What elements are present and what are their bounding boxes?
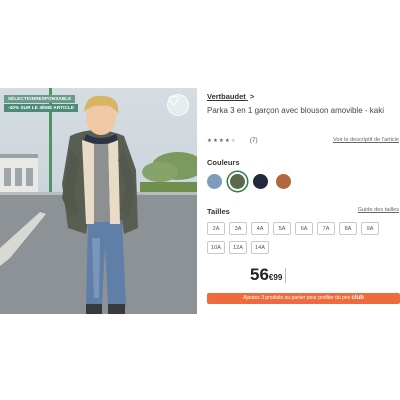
star-icon: ★ bbox=[212, 137, 218, 144]
size-option[interactable]: 14A bbox=[251, 241, 269, 254]
price: 56 €99 bbox=[250, 265, 287, 285]
club-offer-banner[interactable]: Ajoutez 3 produits au panier pour profit… bbox=[207, 293, 400, 304]
color-swatch-camel[interactable] bbox=[276, 174, 291, 189]
brand-name: Vertbaudet bbox=[207, 92, 246, 101]
colors-label: Couleurs bbox=[207, 158, 240, 167]
star-icon: ★ bbox=[224, 137, 230, 144]
favorite-button[interactable] bbox=[167, 94, 189, 116]
rating-stars: ★ ★ ★ ★ ★ bbox=[207, 138, 236, 144]
star-icon: ★ bbox=[207, 137, 212, 144]
price-main: 56 bbox=[250, 265, 269, 284]
size-option[interactable]: 10A bbox=[207, 241, 225, 254]
price-cents: €99 bbox=[268, 273, 283, 282]
size-option[interactable]: 8A bbox=[339, 222, 357, 235]
size-options-row-2: 10A 12A 14A bbox=[207, 241, 397, 254]
size-option[interactable]: 12A bbox=[229, 241, 247, 254]
eco-responsible-badge: SÉLECTIONRESPONSABLE bbox=[4, 95, 76, 103]
star-icon: ★ bbox=[218, 137, 224, 144]
sizes-label: Tailles bbox=[207, 207, 230, 216]
size-option[interactable]: 4A bbox=[251, 222, 269, 235]
size-option[interactable]: 2A bbox=[207, 222, 225, 235]
size-option[interactable]: 5A bbox=[273, 222, 291, 235]
color-swatch-khaki[interactable] bbox=[230, 174, 245, 189]
club-label: club bbox=[351, 295, 364, 301]
rating-count: (7) bbox=[249, 137, 258, 144]
price-divider bbox=[285, 267, 287, 283]
color-swatch-navy[interactable] bbox=[253, 174, 268, 189]
product-image[interactable]: SÉLECTIONRESPONSABLE -40% SUR LE 3ÈME AR… bbox=[0, 88, 197, 314]
color-swatch-blue[interactable] bbox=[207, 174, 222, 189]
product-photo-illustration bbox=[0, 88, 197, 314]
color-swatches bbox=[207, 174, 291, 189]
size-options-row-1: 2A 3A 4A 5A 6A 7A 8A 9A bbox=[207, 222, 397, 235]
size-option[interactable]: 9A bbox=[361, 222, 379, 235]
brand-link[interactable]: Vertbaudet > bbox=[207, 92, 254, 101]
product-title: Parka 3 en 1 garçon avec blouson amovibl… bbox=[207, 106, 384, 115]
star-icon: ★ bbox=[230, 137, 236, 144]
size-option[interactable]: 3A bbox=[229, 222, 247, 235]
size-guide-link[interactable]: Guide des tailles bbox=[358, 207, 399, 213]
product-rating[interactable]: ★ ★ ★ ★ ★ (7) bbox=[207, 137, 258, 144]
club-offer-text: Ajoutez 3 produits au panier pour profit… bbox=[243, 295, 351, 301]
description-link[interactable]: Voir le descriptif de l'article bbox=[333, 137, 399, 143]
promo-badge: -40% SUR LE 3ÈME ARTICLE bbox=[4, 104, 79, 112]
heart-icon bbox=[168, 95, 179, 105]
size-option[interactable]: 6A bbox=[295, 222, 313, 235]
chevron-right-icon: > bbox=[249, 92, 255, 101]
size-option[interactable]: 7A bbox=[317, 222, 335, 235]
